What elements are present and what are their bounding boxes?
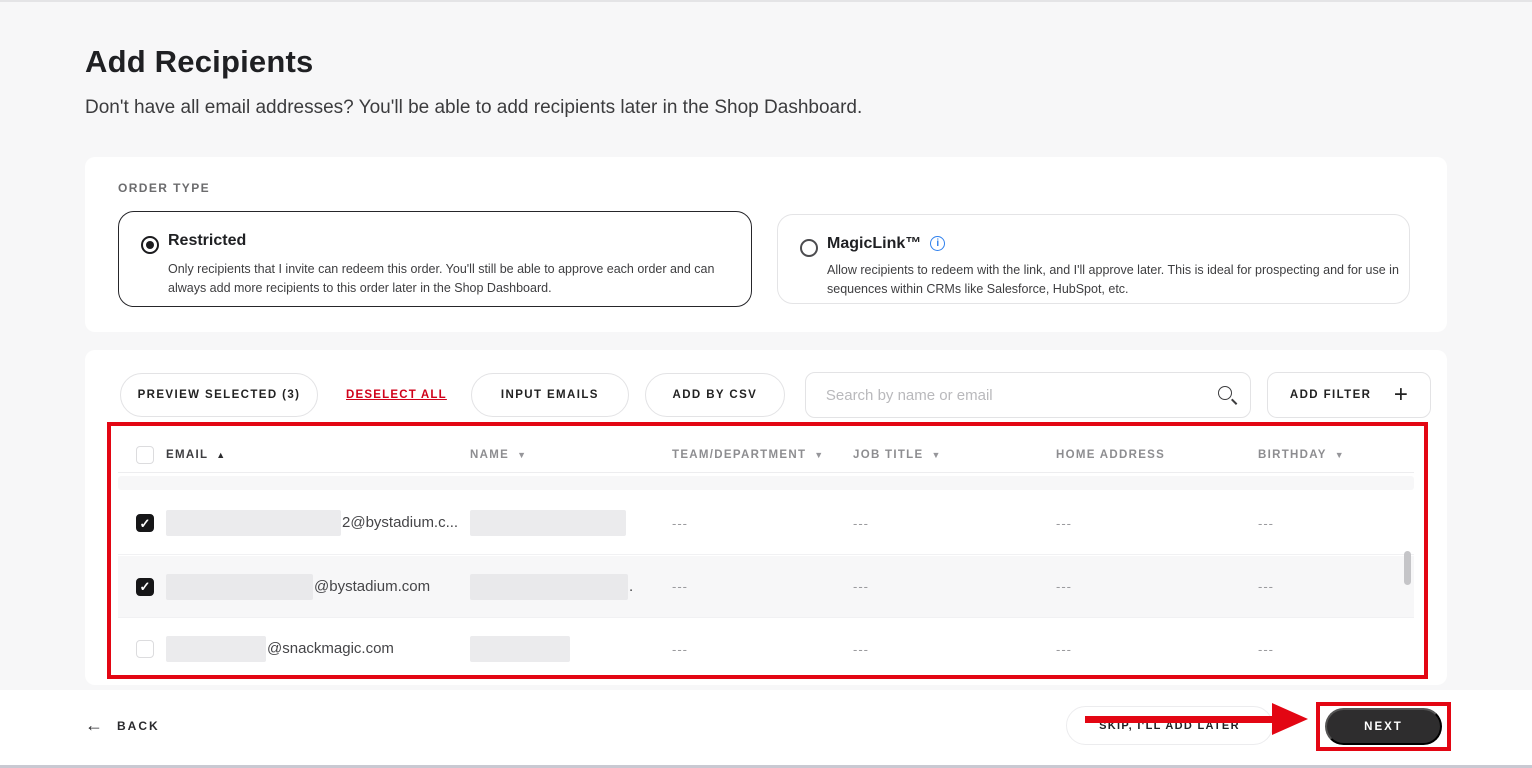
column-header-birthday[interactable]: BIRTHDAY▼: [1258, 449, 1414, 461]
select-all-checkbox[interactable]: ✓: [136, 446, 154, 464]
redaction-block: [470, 636, 570, 662]
row-checkbox[interactable]: ✓: [136, 578, 154, 596]
table-row[interactable]: ✓ 2@bystadium.c... --- --- --- ---: [118, 492, 1414, 555]
redaction-block: [166, 510, 341, 536]
page-subtitle: Don't have all email addresses? You'll b…: [85, 97, 862, 119]
job-title-cell: ---: [853, 516, 1056, 531]
row-checkbox[interactable]: ✓: [136, 514, 154, 532]
name-cell: [470, 510, 672, 536]
redaction-block: [166, 636, 266, 662]
email-cell: @snackmagic.com: [166, 636, 470, 662]
radio-selected-icon[interactable]: [141, 236, 159, 254]
email-cell: 2@bystadium.c...: [166, 510, 470, 536]
magiclink-title: MagicLink™: [827, 235, 945, 253]
partially-scrolled-row: [118, 476, 1414, 490]
search-box[interactable]: [805, 372, 1251, 418]
order-type-label: ORDER TYPE: [118, 181, 210, 195]
order-type-card: ORDER TYPE Restricted Only recipients th…: [85, 157, 1447, 332]
redaction-block: [470, 574, 628, 600]
column-header-home-address[interactable]: HOME ADDRESS: [1056, 449, 1258, 461]
skip-button[interactable]: SKIP, I'LL ADD LATER: [1066, 706, 1273, 745]
column-header-job-title[interactable]: JOB TITLE▼: [853, 449, 1056, 461]
plus-icon: +: [1394, 381, 1408, 409]
back-button[interactable]: ← BACK: [85, 715, 160, 736]
restricted-description: Only recipients that I invite can redeem…: [168, 260, 728, 299]
column-header-name[interactable]: NAME▼: [470, 449, 672, 461]
magiclink-description: Allow recipients to redeem with the link…: [827, 261, 1399, 300]
add-by-csv-button[interactable]: ADD BY CSV: [645, 373, 785, 417]
search-icon: [1218, 386, 1232, 400]
add-filter-label: ADD FILTER: [1290, 389, 1372, 401]
table-header-row: ✓ EMAIL▲ NAME▼ TEAM/DEPARTMENT▼ JOB TITL…: [118, 437, 1414, 473]
check-icon: ✓: [140, 517, 151, 530]
footer-bar: ← BACK SKIP, I'LL ADD LATER NEXT: [0, 690, 1532, 765]
check-icon: ✓: [140, 580, 151, 593]
sort-desc-icon[interactable]: ▼: [814, 450, 824, 460]
birthday-cell: ---: [1258, 642, 1414, 657]
page-title: Add Recipients: [85, 44, 313, 80]
email-cell: @bystadium.com: [166, 574, 470, 600]
redaction-block: [166, 574, 313, 600]
team-cell: ---: [672, 579, 853, 594]
row-checkbox[interactable]: ✓: [136, 640, 154, 658]
deselect-all-link[interactable]: DESELECT ALL: [346, 389, 447, 401]
sort-desc-icon[interactable]: ▼: [517, 450, 527, 460]
home-address-cell: ---: [1056, 642, 1258, 657]
birthday-cell: ---: [1258, 516, 1414, 531]
preview-selected-button[interactable]: PREVIEW SELECTED (3): [120, 373, 318, 417]
info-icon[interactable]: [930, 236, 945, 251]
team-cell: ---: [672, 642, 853, 657]
back-label: BACK: [117, 719, 160, 733]
radio-unselected-icon[interactable]: [800, 239, 818, 257]
next-button[interactable]: NEXT: [1325, 708, 1442, 745]
job-title-cell: ---: [853, 579, 1056, 594]
redaction-block: [470, 510, 626, 536]
home-address-cell: ---: [1056, 579, 1258, 594]
table-row[interactable]: ✓ @snackmagic.com --- --- --- ---: [118, 619, 1414, 679]
table-scrollbar-thumb[interactable]: [1404, 551, 1411, 585]
restricted-title: Restricted: [168, 232, 246, 250]
sort-desc-icon[interactable]: ▼: [1335, 450, 1345, 460]
order-type-option-restricted[interactable]: Restricted Only recipients that I invite…: [118, 211, 752, 307]
recipients-card: PREVIEW SELECTED (3) DESELECT ALL INPUT …: [85, 350, 1447, 685]
sort-asc-icon[interactable]: ▲: [216, 450, 226, 460]
input-emails-button[interactable]: INPUT EMAILS: [471, 373, 629, 417]
recipients-toolbar: PREVIEW SELECTED (3) DESELECT ALL INPUT …: [120, 372, 1431, 418]
column-header-team[interactable]: TEAM/DEPARTMENT▼: [672, 449, 853, 461]
back-arrow-icon: ←: [85, 715, 103, 736]
name-cell: [470, 636, 672, 662]
add-filter-button[interactable]: ADD FILTER +: [1267, 372, 1431, 418]
name-cell: .: [470, 574, 672, 600]
birthday-cell: ---: [1258, 579, 1414, 594]
table-row[interactable]: ✓ @bystadium.com . --- --- --- ---: [118, 556, 1414, 618]
search-input[interactable]: [826, 373, 1206, 417]
order-type-option-magiclink[interactable]: MagicLink™ Allow recipients to redeem wi…: [777, 214, 1410, 304]
home-address-cell: ---: [1056, 516, 1258, 531]
team-cell: ---: [672, 516, 853, 531]
column-header-email[interactable]: EMAIL▲: [166, 449, 470, 461]
sort-desc-icon[interactable]: ▼: [931, 450, 941, 460]
job-title-cell: ---: [853, 642, 1056, 657]
